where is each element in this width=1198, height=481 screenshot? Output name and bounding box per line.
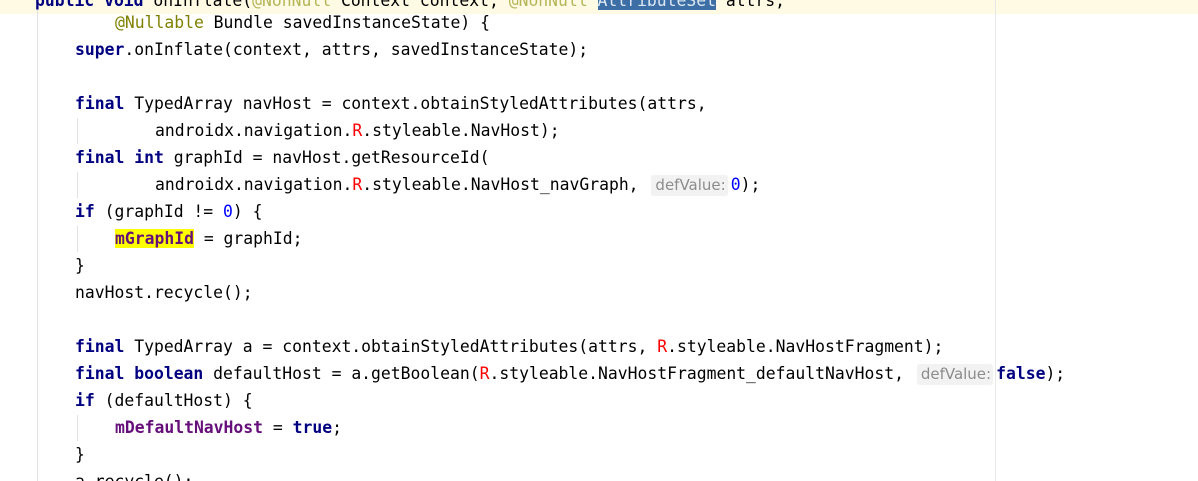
code-token: 0 <box>730 175 741 194</box>
code-token: final <box>75 337 125 356</box>
code-line[interactable]: navHost.recycle(); <box>0 279 253 306</box>
code-token: mDefaultNavHost <box>115 418 264 437</box>
code-token: int <box>134 148 164 167</box>
code-token: androidx.navigation. <box>155 121 353 140</box>
code-token: ) { <box>232 202 263 221</box>
code-token: } <box>75 445 85 464</box>
code-token: false <box>996 364 1046 383</box>
parameter-hint: defValue: <box>916 364 994 385</box>
code-token: final <box>75 364 125 383</box>
code-token: = <box>263 418 293 437</box>
code-editor[interactable]: public void onInflate(@NonNull Context c… <box>0 0 1198 481</box>
code-line[interactable]: a.recycle(); <box>0 468 193 481</box>
code-token: final <box>75 148 125 167</box>
code-token: final <box>75 94 125 113</box>
code-token: ); <box>740 175 761 194</box>
code-token: androidx.navigation. <box>155 175 353 194</box>
code-line[interactable]: @Nullable Bundle savedInstanceState) { <box>0 9 490 36</box>
code-token: graphId = navHost.getResourceId( <box>163 148 490 167</box>
code-token: Bundle savedInstanceState) { <box>203 13 490 32</box>
code-line[interactable]: final boolean defaultHost = a.getBoolean… <box>0 360 1065 387</box>
code-token: R <box>352 121 363 140</box>
code-token: (graphId != <box>94 202 224 221</box>
code-token: = graphId; <box>193 229 303 248</box>
code-token: attrs, <box>715 0 786 10</box>
code-line[interactable]: } <box>0 252 85 279</box>
code-line[interactable]: if (defaultHost) { <box>0 387 253 414</box>
code-token: } <box>75 256 85 275</box>
code-line[interactable]: mGraphId = graphId; <box>0 225 303 252</box>
code-token: TypedArray navHost = context.obtainStyle… <box>124 94 707 113</box>
code-token: @Nullable <box>115 13 204 32</box>
code-token: true <box>292 418 333 437</box>
code-token: a.recycle(); <box>75 472 193 481</box>
code-token: boolean <box>134 364 204 383</box>
highlighted-usage: mGraphId <box>115 229 194 248</box>
code-token: ; <box>332 418 342 437</box>
code-token: TypedArray a = context.obtainStyledAttri… <box>124 337 658 356</box>
code-token: if <box>75 391 95 410</box>
code-token: (defaultHost) { <box>94 391 253 410</box>
selected-text: AttributeSet <box>597 0 716 10</box>
code-token: .styleable.NavHostFragment); <box>667 337 944 356</box>
code-line[interactable]: final int graphId = navHost.getResourceI… <box>0 144 489 171</box>
parameter-hint: defValue: <box>651 175 728 196</box>
code-line[interactable]: androidx.navigation.R.styleable.NavHost_… <box>0 171 760 198</box>
code-token: @NonNull <box>508 0 588 10</box>
code-line[interactable]: final TypedArray navHost = context.obtai… <box>0 90 707 117</box>
code-token: navHost.recycle(); <box>75 283 253 302</box>
code-token: .styleable.NavHost_navGraph, <box>362 175 649 194</box>
code-token: defaultHost = a.getBoolean( <box>203 364 480 383</box>
code-line[interactable]: } <box>0 441 85 468</box>
code-line[interactable]: super.onInflate(context, attrs, savedIns… <box>0 36 588 63</box>
code-token: R <box>352 175 363 194</box>
code-token: .onInflate(context, attrs, savedInstance… <box>124 40 589 59</box>
code-token: R <box>657 337 668 356</box>
code-token: super <box>75 40 125 59</box>
code-line[interactable]: androidx.navigation.R.styleable.NavHost)… <box>0 117 560 144</box>
code-token: .styleable.NavHostFragment_defaultNavHos… <box>489 364 914 383</box>
code-line[interactable]: if (graphId != 0) { <box>0 198 263 225</box>
code-token: 0 <box>223 202 233 221</box>
right-margin-guide <box>995 0 996 481</box>
code-token: R <box>479 364 490 383</box>
code-line[interactable]: final TypedArray a = context.obtainStyle… <box>0 333 943 360</box>
code-token: ); <box>1045 364 1066 383</box>
code-token: if <box>75 202 95 221</box>
code-token: .styleable.NavHost); <box>362 121 560 140</box>
code-line[interactable]: mDefaultNavHost = true; <box>0 414 342 441</box>
